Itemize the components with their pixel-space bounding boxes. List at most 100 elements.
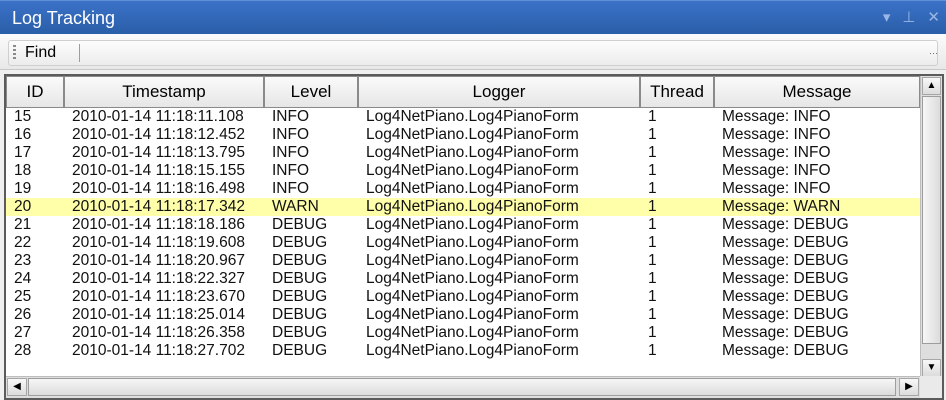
- cell-thread: 1: [648, 306, 657, 323]
- scroll-right-icon[interactable]: ▶: [899, 378, 919, 396]
- cell-timestamp: 2010-01-14 11:18:22.327: [72, 270, 245, 287]
- cell-level: INFO: [272, 126, 310, 143]
- cell-level: DEBUG: [272, 252, 328, 269]
- cell-thread: 1: [648, 108, 657, 125]
- cell-level: DEBUG: [272, 234, 328, 251]
- log-grid[interactable]: ID Timestamp Level Logger Thread Message…: [4, 74, 944, 400]
- table-row[interactable]: 23 2010-01-14 11:18:20.967 DEBUG Log4Net…: [6, 252, 920, 270]
- horizontal-scroll-thumb[interactable]: [28, 378, 896, 396]
- cell-timestamp: 2010-01-14 11:18:13.795: [72, 144, 245, 161]
- cell-thread: 1: [648, 234, 657, 251]
- toolstrip-grip-icon[interactable]: [13, 45, 16, 61]
- cell-logger: Log4NetPiano.Log4PianoForm: [366, 162, 579, 179]
- cell-id: 19: [14, 180, 32, 197]
- cell-thread: 1: [648, 270, 657, 287]
- vertical-scroll-thumb[interactable]: [922, 96, 941, 344]
- column-header-timestamp[interactable]: Timestamp: [64, 76, 264, 108]
- table-row-highlighted[interactable]: 20 2010-01-14 11:18:17.342 WARN Log4NetP…: [6, 198, 920, 216]
- cell-logger: Log4NetPiano.Log4PianoForm: [366, 288, 579, 305]
- column-header-message[interactable]: Message: [714, 76, 920, 108]
- cell-level: DEBUG: [272, 216, 328, 233]
- cell-thread: 1: [648, 216, 657, 233]
- scrollbar-corner: [920, 376, 942, 398]
- cell-thread: 1: [648, 144, 657, 161]
- table-row[interactable]: 27 2010-01-14 11:18:26.358 DEBUG Log4Net…: [6, 324, 920, 342]
- table-row[interactable]: 26 2010-01-14 11:18:25.014 DEBUG Log4Net…: [6, 306, 920, 324]
- cell-message: Message: DEBUG: [722, 270, 849, 287]
- cell-message: Message: DEBUG: [722, 216, 849, 233]
- cell-thread: 1: [648, 126, 657, 143]
- scroll-down-icon[interactable]: ▼: [922, 359, 941, 377]
- cell-timestamp: 2010-01-14 11:18:17.342: [72, 198, 245, 215]
- find-button[interactable]: Find: [21, 41, 60, 65]
- table-row[interactable]: 18 2010-01-14 11:18:15.155 INFO Log4NetP…: [6, 162, 920, 180]
- cell-message: Message: WARN: [722, 198, 841, 215]
- cell-message: Message: DEBUG: [722, 288, 849, 305]
- cell-timestamp: 2010-01-14 11:18:23.670: [72, 288, 245, 305]
- close-icon[interactable]: ✕: [927, 9, 940, 27]
- toolstrip: Find ⋯: [8, 40, 938, 66]
- cell-thread: 1: [648, 180, 657, 197]
- column-header-thread[interactable]: Thread: [640, 76, 714, 108]
- cell-timestamp: 2010-01-14 11:18:20.967: [72, 252, 245, 269]
- cell-message: Message: DEBUG: [722, 324, 849, 341]
- cell-level: DEBUG: [272, 306, 328, 323]
- cell-logger: Log4NetPiano.Log4PianoForm: [366, 306, 579, 323]
- cell-thread: 1: [648, 324, 657, 341]
- cell-message: Message: INFO: [722, 180, 831, 197]
- cell-logger: Log4NetPiano.Log4PianoForm: [366, 252, 579, 269]
- cell-level: INFO: [272, 180, 310, 197]
- cell-logger: Log4NetPiano.Log4PianoForm: [366, 126, 579, 143]
- column-header-id[interactable]: ID: [6, 76, 64, 108]
- cell-level: WARN: [272, 198, 319, 215]
- cell-id: 27: [14, 324, 32, 341]
- table-row[interactable]: 28 2010-01-14 11:18:27.702 DEBUG Log4Net…: [6, 342, 920, 360]
- cell-message: Message: DEBUG: [722, 306, 849, 323]
- table-row[interactable]: 17 2010-01-14 11:18:13.795 INFO Log4NetP…: [6, 144, 920, 162]
- cell-timestamp: 2010-01-14 11:18:25.014: [72, 306, 245, 323]
- cell-logger: Log4NetPiano.Log4PianoForm: [366, 180, 579, 197]
- column-header-logger[interactable]: Logger: [358, 76, 640, 108]
- cell-level: INFO: [272, 144, 310, 161]
- table-row[interactable]: 21 2010-01-14 11:18:18.186 DEBUG Log4Net…: [6, 216, 920, 234]
- dropdown-arrow-icon[interactable]: ▾: [883, 9, 891, 27]
- cell-logger: Log4NetPiano.Log4PianoForm: [366, 234, 579, 251]
- cell-message: Message: DEBUG: [722, 252, 849, 269]
- horizontal-scrollbar[interactable]: ◀ ▶: [6, 376, 920, 398]
- column-header-level[interactable]: Level: [264, 76, 358, 108]
- cell-message: Message: DEBUG: [722, 234, 849, 251]
- cell-id: 20: [14, 198, 32, 215]
- window-title: Log Tracking: [12, 8, 116, 28]
- table-row[interactable]: 19 2010-01-14 11:18:16.498 INFO Log4NetP…: [6, 180, 920, 198]
- table-row[interactable]: 16 2010-01-14 11:18:12.452 INFO Log4NetP…: [6, 126, 920, 144]
- cell-message: Message: INFO: [722, 144, 831, 161]
- table-row[interactable]: 25 2010-01-14 11:18:23.670 DEBUG Log4Net…: [6, 288, 920, 306]
- cell-level: DEBUG: [272, 324, 328, 341]
- cell-level: INFO: [272, 162, 310, 179]
- cell-message: Message: INFO: [722, 126, 831, 143]
- table-row[interactable]: 15 2010-01-14 11:18:11.108 INFO Log4NetP…: [6, 108, 920, 126]
- cell-timestamp: 2010-01-14 11:18:16.498: [72, 180, 245, 197]
- cell-id: 18: [14, 162, 32, 179]
- cell-logger: Log4NetPiano.Log4PianoForm: [366, 342, 579, 359]
- cell-id: 25: [14, 288, 32, 305]
- cell-logger: Log4NetPiano.Log4PianoForm: [366, 216, 579, 233]
- cell-thread: 1: [648, 162, 657, 179]
- table-row[interactable]: 22 2010-01-14 11:18:19.608 DEBUG Log4Net…: [6, 234, 920, 252]
- pin-icon[interactable]: ⊥: [902, 9, 915, 27]
- cell-id: 21: [14, 216, 32, 233]
- table-row[interactable]: 24 2010-01-14 11:18:22.327 DEBUG Log4Net…: [6, 270, 920, 288]
- cell-id: 15: [14, 108, 32, 125]
- scroll-up-icon[interactable]: ▲: [922, 77, 941, 95]
- vertical-scrollbar[interactable]: ▲ ▼: [920, 76, 942, 378]
- cell-timestamp: 2010-01-14 11:18:19.608: [72, 234, 245, 251]
- cell-timestamp: 2010-01-14 11:18:12.452: [72, 126, 245, 143]
- scroll-left-icon[interactable]: ◀: [7, 378, 27, 396]
- cell-logger: Log4NetPiano.Log4PianoForm: [366, 270, 579, 287]
- cell-timestamp: 2010-01-14 11:18:26.358: [72, 324, 245, 341]
- title-bar-icons: ▾ ⊥ ✕: [883, 9, 940, 27]
- cell-timestamp: 2010-01-14 11:18:18.186: [72, 216, 245, 233]
- cell-timestamp: 2010-01-14 11:18:11.108: [72, 108, 244, 125]
- cell-thread: 1: [648, 252, 657, 269]
- toolbar-overflow-icon[interactable]: ⋯: [929, 47, 938, 59]
